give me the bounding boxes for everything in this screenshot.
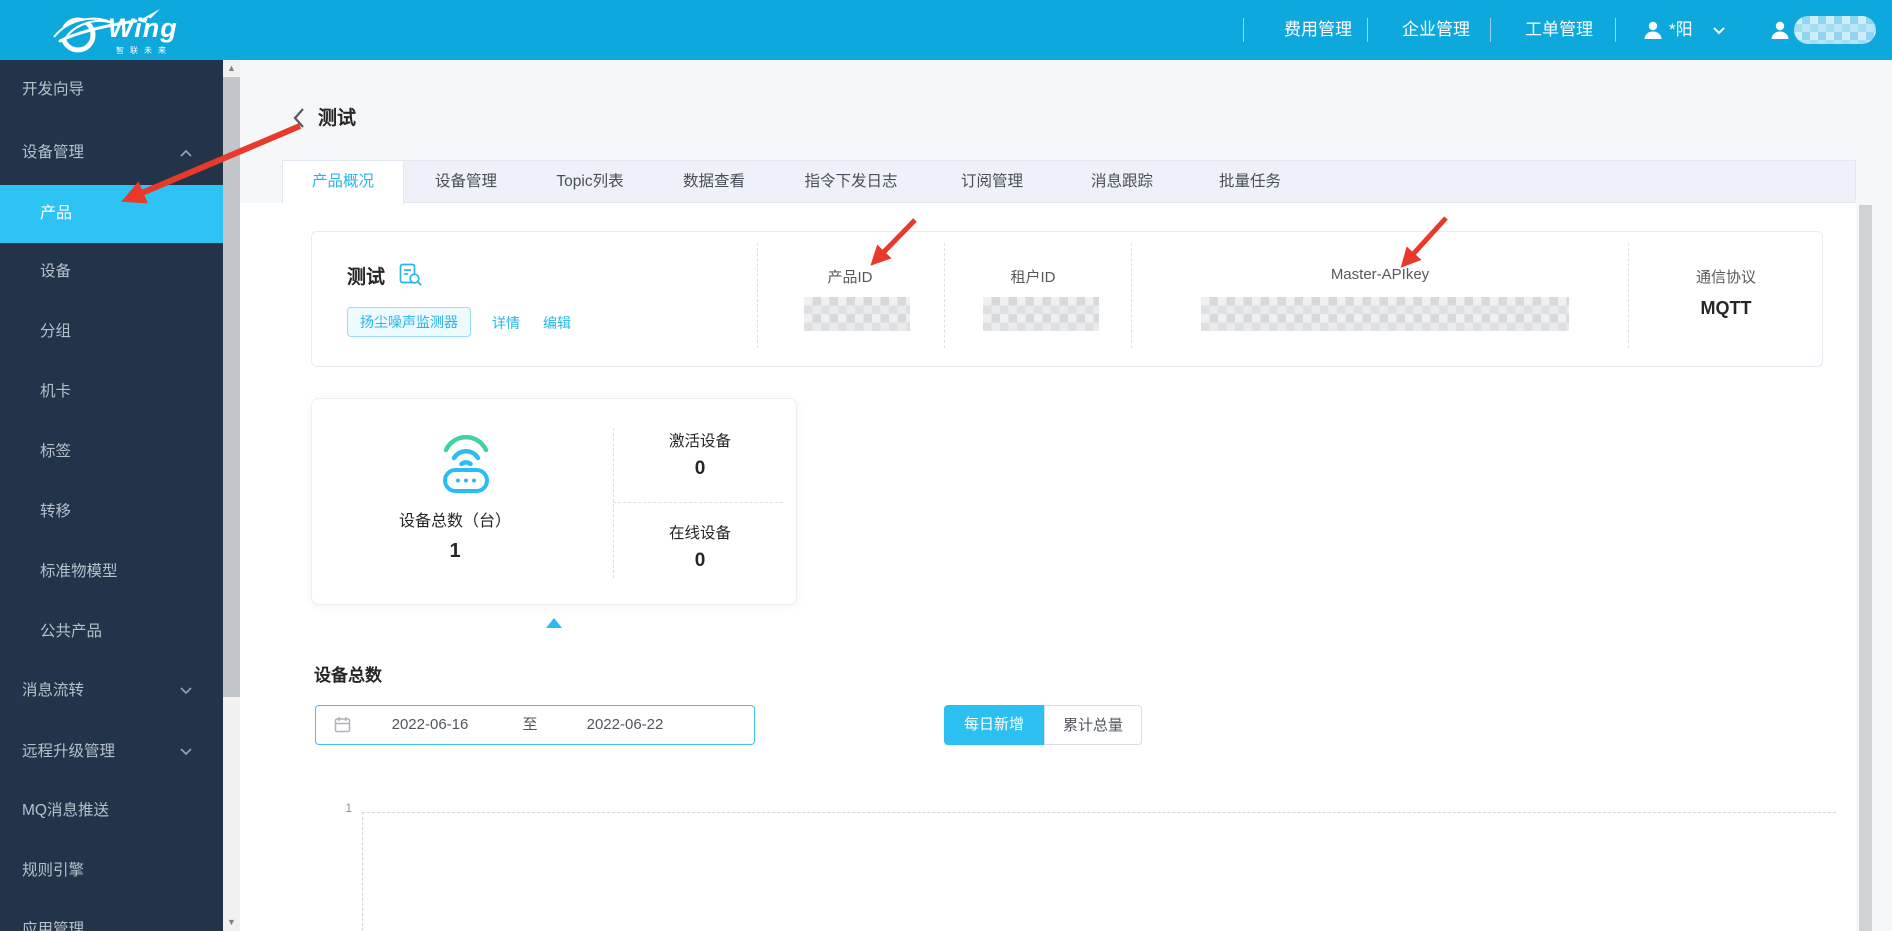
- logo-tagline: 智联未来: [116, 46, 172, 55]
- device-wifi-icon: [443, 434, 489, 493]
- online-devices-value: 0: [694, 550, 706, 571]
- logo-text: Wing: [108, 13, 178, 43]
- menu-item-workorder[interactable]: 工单管理: [1509, 0, 1609, 60]
- user-name: *阳: [1669, 20, 1693, 39]
- masked-tenant-id: [983, 297, 1099, 331]
- doc-search-icon[interactable]: [399, 263, 422, 286]
- sidebar-item-sim[interactable]: 机卡: [40, 372, 71, 412]
- product-category-tag: 扬尘噪声监测器: [347, 307, 471, 337]
- sidebar-nav: 开发向导 设备管理 产品 设备 分组 机卡 标签 转移 标准物模型 公共产品 消…: [0, 60, 223, 931]
- scroll-up-arrow-icon[interactable]: ▲: [223, 60, 240, 77]
- pointer-triangle-icon: [546, 618, 562, 628]
- menu-item-enterprise[interactable]: 企业管理: [1386, 0, 1486, 60]
- top-bar: Wing 智联未来 费用管理 企业管理 工单管理 *阳: [0, 0, 1892, 60]
- cumulative-total-button[interactable]: 累计总量: [1044, 705, 1142, 745]
- chart-gridline: [362, 812, 1836, 813]
- app-window: Wing 智联未来 费用管理 企业管理 工单管理 *阳 开发向导 设备管理 产品…: [0, 0, 1892, 931]
- masked-product-id: [804, 297, 910, 331]
- sidebar-item-group[interactable]: 分组: [40, 312, 71, 352]
- tab-device-mgmt[interactable]: 设备管理: [404, 161, 528, 204]
- protocol-value: MQTT: [1700, 298, 1752, 318]
- protocol-label: 通信协议: [1695, 269, 1756, 286]
- sidebar-scrollbar-thumb[interactable]: [223, 77, 240, 697]
- card-divider: [1628, 243, 1629, 348]
- masked-master-apikey: [1201, 297, 1569, 331]
- chevron-down-icon: [1713, 27, 1725, 35]
- chart-y-tick: 1: [345, 801, 352, 815]
- tab-batch-task[interactable]: 批量任务: [1186, 161, 1314, 204]
- tab-bar: 产品概况 设备管理 Topic列表 数据查看 指令下发日志 订阅管理 消息跟踪 …: [282, 160, 1856, 205]
- sidebar-item-mq-push[interactable]: MQ消息推送: [22, 791, 109, 831]
- masked-account-id: [1794, 16, 1876, 44]
- chart-axis-line: [362, 812, 363, 931]
- sidebar-item-transfer[interactable]: 转移: [40, 492, 71, 532]
- card-divider: [1131, 243, 1132, 348]
- activated-devices-value: 0: [694, 458, 706, 479]
- product-name: 测试: [347, 267, 386, 288]
- daily-new-button[interactable]: 每日新增: [944, 705, 1044, 745]
- sidebar-item-app-mgmt[interactable]: 应用管理: [22, 910, 84, 931]
- chevron-up-icon[interactable]: [180, 149, 192, 157]
- edit-link[interactable]: 编辑: [543, 313, 571, 333]
- card-divider: [757, 243, 758, 348]
- section-title-device-total: 设备总数: [314, 666, 382, 685]
- calendar-icon: [334, 717, 351, 733]
- topbar-divider: [1243, 18, 1244, 42]
- scroll-down-arrow-icon[interactable]: ▼: [223, 914, 240, 931]
- device-total-value: 1: [449, 540, 461, 562]
- sidebar-item-public-product[interactable]: 公共产品: [40, 612, 102, 652]
- chevron-down-icon[interactable]: [180, 748, 192, 756]
- sidebar-item-rule-engine[interactable]: 规则引擎: [22, 851, 84, 891]
- product-id-label: 产品ID: [827, 269, 873, 286]
- device-total-label: 设备总数（台）: [398, 513, 511, 530]
- topbar-divider: [1367, 18, 1368, 42]
- topbar-divider: [1615, 18, 1616, 42]
- tab-product-overview[interactable]: 产品概况: [283, 161, 404, 205]
- tab-message-trace[interactable]: 消息跟踪: [1058, 161, 1186, 204]
- tenant-id-label: 租户ID: [1010, 269, 1056, 286]
- stats-divider: [613, 428, 614, 578]
- sidebar-group-remote-upgrade[interactable]: 远程升级管理: [22, 732, 115, 772]
- date-from-value[interactable]: 2022-06-16: [365, 705, 495, 745]
- topbar-divider: [1490, 18, 1491, 42]
- detail-link[interactable]: 详情: [492, 313, 520, 333]
- tab-command-log[interactable]: 指令下发日志: [776, 161, 926, 204]
- user-icon: [1771, 21, 1789, 39]
- sidebar-group-device-mgmt[interactable]: 设备管理: [22, 133, 84, 173]
- tab-subscription[interactable]: 订阅管理: [926, 161, 1058, 204]
- master-apikey-label: Master-APIkey: [1330, 266, 1430, 283]
- activated-devices-label: 激活设备: [668, 433, 731, 450]
- date-separator: 至: [522, 716, 538, 733]
- sidebar-item-product[interactable]: 产品: [0, 185, 223, 243]
- tab-topic-list[interactable]: Topic列表: [528, 161, 652, 204]
- sidebar-group-message-flow[interactable]: 消息流转: [22, 671, 84, 711]
- user-menu[interactable]: *阳: [1640, 0, 1740, 60]
- date-to-value[interactable]: 2022-06-22: [560, 705, 690, 745]
- sidebar-item-tag[interactable]: 标签: [40, 432, 71, 472]
- account-chip[interactable]: [1768, 0, 1883, 60]
- page-scrollbar-thumb[interactable]: [1859, 205, 1872, 931]
- menu-item-billing[interactable]: 费用管理: [1268, 0, 1368, 60]
- sidebar-item-standard-model[interactable]: 标准物模型: [40, 552, 118, 592]
- online-devices-label: 在线设备: [668, 525, 731, 542]
- tab-data-view[interactable]: 数据查看: [652, 161, 776, 204]
- back-chevron-icon[interactable]: [292, 107, 306, 129]
- sidebar-item-device[interactable]: 设备: [40, 252, 71, 292]
- chevron-down-icon[interactable]: [180, 687, 192, 695]
- card-divider: [944, 243, 945, 348]
- sidebar-item-product-label: 产品: [40, 205, 73, 222]
- stats-divider: [613, 502, 783, 503]
- page-title: 测试: [318, 108, 357, 129]
- user-icon: [1644, 21, 1662, 39]
- logo[interactable]: Wing 智联未来: [50, 5, 210, 55]
- sidebar-item-dev-wizard[interactable]: 开发向导: [22, 70, 84, 110]
